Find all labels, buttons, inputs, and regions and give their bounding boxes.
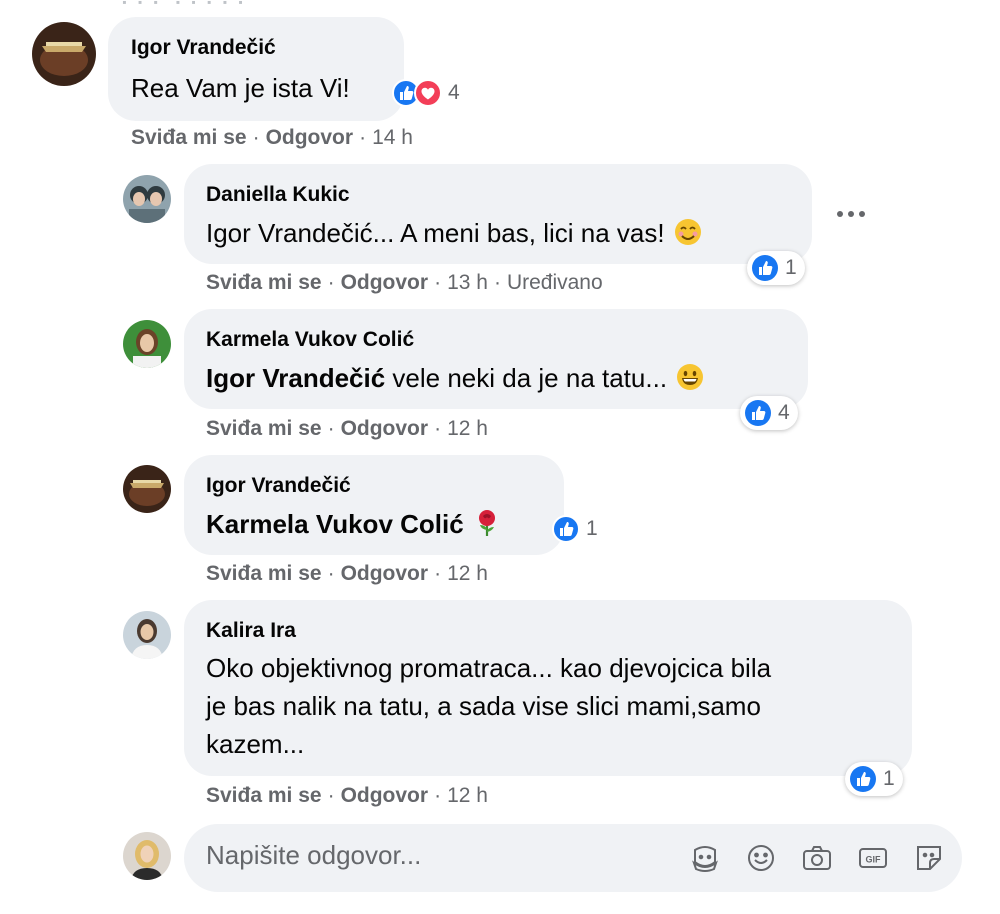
reaction-summary[interactable]: 4 bbox=[392, 76, 460, 110]
mention-link[interactable]: Karmela Vukov Colić bbox=[206, 509, 464, 539]
reply-text-line: kazem... bbox=[206, 729, 305, 759]
reaction-count: 4 bbox=[448, 81, 460, 104]
reply-text: Karmela Vukov Colić bbox=[206, 507, 502, 541]
reply-text: Igor Vrandečić vele neki da je na tatu..… bbox=[206, 361, 705, 395]
reply-text-line: Oko objektivnog promatraca... kao djevoj… bbox=[206, 653, 772, 683]
reply-composer: GIF bbox=[184, 824, 962, 892]
like-link[interactable]: Sviđa mi se bbox=[206, 417, 322, 440]
emoji-icon[interactable] bbox=[744, 841, 778, 875]
reaction-count: 1 bbox=[883, 767, 895, 790]
mention-link[interactable]: Igor Vrandečić bbox=[206, 363, 385, 393]
reply-time[interactable]: 12 h bbox=[447, 784, 488, 807]
reply-link[interactable]: Odgovor bbox=[266, 126, 354, 149]
reply-time[interactable]: 13 h bbox=[447, 271, 488, 294]
like-reaction-icon bbox=[849, 765, 877, 793]
camera-icon[interactable] bbox=[800, 841, 834, 875]
reaction-count: 1 bbox=[586, 517, 598, 540]
reply-link[interactable]: Odgovor bbox=[341, 417, 429, 440]
smiling-face-icon bbox=[673, 217, 703, 247]
reaction-summary[interactable]: 1 bbox=[845, 762, 903, 796]
current-user-avatar[interactable] bbox=[123, 832, 171, 880]
comment-actions: Sviđa mi se · Odgovor · 14 h bbox=[131, 126, 413, 149]
like-link[interactable]: Sviđa mi se bbox=[206, 271, 322, 294]
like-reaction-icon bbox=[552, 515, 580, 543]
reply-link[interactable]: Odgovor bbox=[341, 271, 429, 294]
reply-text: Igor Vrandečić... A meni bas, lici na va… bbox=[206, 216, 703, 250]
like-link[interactable]: Sviđa mi se bbox=[131, 126, 247, 149]
reply-text-line: je bas nalik na tatu, a sada vise slici … bbox=[206, 691, 761, 721]
like-link[interactable]: Sviđa mi se bbox=[206, 784, 322, 807]
avatar[interactable] bbox=[32, 22, 96, 86]
avatar[interactable] bbox=[123, 611, 171, 659]
reply-link[interactable]: Odgovor bbox=[341, 562, 429, 585]
more-options-button[interactable] bbox=[834, 199, 868, 229]
reaction-summary[interactable]: 4 bbox=[740, 396, 798, 430]
avatar[interactable] bbox=[123, 175, 171, 223]
sticker-face-icon[interactable] bbox=[688, 841, 722, 875]
like-reaction-icon bbox=[751, 254, 779, 282]
rose-icon bbox=[472, 508, 502, 538]
love-reaction-icon bbox=[414, 79, 442, 107]
comment-bubble bbox=[108, 17, 404, 121]
comment-time[interactable]: 14 h bbox=[372, 126, 413, 149]
reply-time[interactable]: 12 h bbox=[447, 562, 488, 585]
sticker-icon[interactable] bbox=[912, 841, 946, 875]
clipped-previous-content: ⠂⠂⠂ ⠂⠂⠂⠂⠂ bbox=[120, 0, 380, 4]
avatar[interactable] bbox=[123, 465, 171, 513]
reply-author[interactable]: Igor Vrandečić bbox=[206, 474, 351, 498]
reply-actions: Sviđa mi se · Odgovor · 12 h bbox=[206, 562, 488, 585]
avatar[interactable] bbox=[123, 320, 171, 368]
reaction-count: 1 bbox=[785, 256, 797, 279]
reaction-summary[interactable]: 1 bbox=[552, 512, 598, 546]
reaction-summary[interactable]: 1 bbox=[747, 251, 805, 285]
grinning-face-icon bbox=[675, 362, 705, 392]
edited-label[interactable]: Uređivano bbox=[507, 271, 603, 294]
reply-actions: Sviđa mi se · Odgovor · 13 h · Uređivano bbox=[206, 271, 603, 294]
reply-author[interactable]: Daniella Kukic bbox=[206, 183, 350, 207]
reaction-count: 4 bbox=[778, 401, 790, 424]
comment-text: Rea Vam je ista Vi! bbox=[131, 73, 350, 103]
like-reaction-icon bbox=[744, 399, 772, 427]
reply-author[interactable]: Karmela Vukov Colić bbox=[206, 328, 414, 352]
svg-text:GIF: GIF bbox=[866, 855, 882, 865]
reply-actions: Sviđa mi se · Odgovor · 12 h bbox=[206, 784, 488, 807]
gif-icon[interactable]: GIF bbox=[856, 841, 890, 875]
comment-author[interactable]: Igor Vrandečić bbox=[131, 36, 276, 60]
reply-author[interactable]: Kalira Ira bbox=[206, 619, 296, 643]
reply-time[interactable]: 12 h bbox=[447, 417, 488, 440]
reply-input[interactable] bbox=[206, 840, 506, 871]
reply-actions: Sviđa mi se · Odgovor · 12 h bbox=[206, 417, 488, 440]
like-link[interactable]: Sviđa mi se bbox=[206, 562, 322, 585]
reply-link[interactable]: Odgovor bbox=[341, 784, 429, 807]
